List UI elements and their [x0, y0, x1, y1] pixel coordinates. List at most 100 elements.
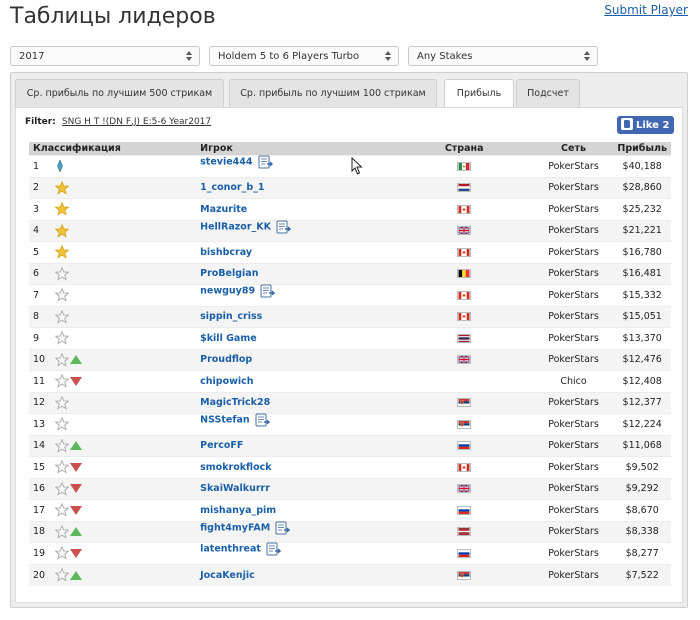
notes-icon[interactable] — [266, 542, 281, 556]
country-cell — [395, 478, 534, 500]
notes-icon[interactable] — [275, 521, 291, 535]
profit-cell: $16,780 — [622, 246, 662, 258]
player-link[interactable]: ProBelgian — [200, 268, 258, 279]
rank-number: 15 — [33, 461, 46, 473]
player-cell: NSStefan — [196, 413, 395, 436]
tab-avg-profit-500[interactable]: Ср. прибыль по лучшим 500 стрикам — [15, 79, 224, 107]
notes-icon[interactable] — [276, 220, 291, 234]
player-link[interactable]: Proudflop — [200, 354, 252, 365]
player-link[interactable]: bishbcray — [200, 247, 252, 258]
notes-icon[interactable] — [260, 284, 276, 298]
flag-gb-icon — [457, 226, 472, 236]
player-link[interactable]: latenthreat — [200, 544, 261, 555]
rank-number: 19 — [33, 547, 46, 559]
player-cell: latenthreat — [196, 542, 395, 565]
network-cell: PokerStars — [548, 203, 599, 215]
player-link[interactable]: smokrokflock — [200, 462, 271, 473]
header-player[interactable]: Игрок — [196, 142, 395, 156]
rank-cell: 13 — [29, 414, 196, 436]
player-link[interactable]: PercoFF — [200, 440, 243, 451]
header-profit[interactable]: Прибыль — [613, 142, 671, 156]
notes-icon[interactable] — [255, 413, 270, 427]
grey-star-icon — [55, 546, 69, 560]
network-cell: PokerStars — [548, 569, 599, 581]
player-link[interactable]: fight4myFAM — [200, 522, 270, 533]
rank-number: 3 — [33, 203, 40, 215]
filter-value-link[interactable]: SNG H T !(DN F,J) E:5-6 Year2017 — [62, 117, 211, 127]
table-row: 5 bishbcray PokerStars $16,780 — [29, 241, 671, 264]
rank-number: 11 — [33, 375, 46, 387]
country-cell — [395, 242, 534, 264]
facebook-like-button[interactable]: Like 2 — [617, 116, 674, 134]
rank-cell: 2 — [29, 177, 196, 199]
flag-gb-icon — [457, 355, 472, 365]
rank-number: 7 — [33, 289, 40, 301]
player-link[interactable]: 1_conor_b_1 — [200, 182, 264, 193]
stakes-select[interactable]: Any Stakes — [408, 46, 598, 66]
player-link[interactable]: MagicTrick28 — [200, 397, 270, 408]
trend-up-icon — [70, 441, 82, 451]
player-link[interactable]: chipowich — [200, 376, 253, 387]
country-cell — [395, 285, 534, 307]
header-rank[interactable]: Классификация — [29, 142, 196, 156]
country-cell — [395, 435, 534, 457]
trend-down-icon — [70, 484, 82, 494]
country-cell — [395, 457, 534, 479]
country-cell — [395, 500, 534, 522]
grey-star-icon — [55, 331, 69, 345]
rank-cell: 16 — [29, 478, 196, 500]
player-link[interactable]: mishanya_pim — [200, 505, 276, 516]
grey-star-icon — [55, 288, 69, 302]
header-country[interactable]: Страна — [395, 142, 534, 156]
country-cell — [395, 306, 534, 328]
network-cell: PokerStars — [548, 461, 599, 473]
profit-cell: $12,476 — [622, 354, 662, 366]
tab-avg-profit-100[interactable]: Ср. прибыль по лучшим 100 стрикам — [229, 79, 437, 107]
player-link[interactable]: Mazurite — [200, 204, 247, 215]
country-cell — [395, 392, 534, 414]
table-row: 3 Mazurite PokerStars $25,232 — [29, 198, 671, 221]
table-row: 8 sippin_criss PokerStars $15,051 — [29, 306, 671, 328]
tab-count[interactable]: Подсчет — [516, 79, 580, 107]
rank-number: 16 — [33, 483, 46, 495]
network-cell: PokerStars — [548, 289, 599, 301]
player-link[interactable]: sippin_criss — [200, 311, 262, 322]
profit-cell: $25,232 — [622, 203, 662, 215]
flag-rs-icon — [457, 419, 472, 429]
gold-star-icon — [55, 180, 69, 195]
flag-ca-icon — [457, 290, 472, 300]
table-row: 9 $kill Game PokerStars $13,370 — [29, 327, 671, 350]
network-cell: PokerStars — [548, 225, 599, 237]
player-cell: ProBelgian — [196, 263, 395, 285]
profit-cell: $16,481 — [622, 268, 662, 280]
player-link[interactable]: SkaiWalkurrr — [200, 483, 270, 494]
player-link[interactable]: stevie444 — [200, 157, 252, 168]
notes-icon[interactable] — [258, 155, 273, 169]
rank-cell: 4 — [29, 220, 196, 242]
player-link[interactable]: newguy89 — [200, 286, 255, 297]
game-select[interactable]: Holdem 5 to 6 Players Turbo — [209, 46, 399, 66]
flag-ru-icon — [457, 505, 472, 515]
player-link[interactable]: JocaKenjic — [200, 570, 255, 581]
player-link[interactable]: $kill Game — [200, 333, 257, 344]
tab-profit[interactable]: Прибыль — [444, 79, 514, 108]
rank-number: 6 — [33, 268, 40, 280]
profit-cell: $28,860 — [622, 182, 662, 194]
profit-cell: $9,502 — [625, 461, 659, 473]
header-network[interactable]: Сеть — [534, 142, 614, 156]
submit-player-link[interactable]: Submit Player — [604, 3, 688, 17]
profit-cell: $15,051 — [622, 311, 662, 323]
stakes-select-value: Any Stakes — [417, 51, 473, 62]
profit-cell: $21,221 — [622, 225, 662, 237]
filter-selects: 2017 Holdem 5 to 6 Players Turbo Any Sta… — [10, 46, 600, 66]
player-cell: newguy89 — [196, 284, 395, 307]
rank-number: 20 — [33, 569, 46, 581]
leaderboard-panel: Ср. прибыль по лучшим 500 стрикам Ср. пр… — [10, 72, 688, 608]
player-cell: HellRazor_KK — [196, 220, 395, 242]
year-select[interactable]: 2017 — [10, 46, 200, 66]
rank-cell: 5 — [29, 242, 196, 264]
player-link[interactable]: HellRazor_KK — [200, 221, 271, 232]
select-caret-icon — [385, 50, 391, 62]
profit-cell: $8,670 — [625, 504, 659, 516]
player-link[interactable]: NSStefan — [200, 415, 250, 426]
